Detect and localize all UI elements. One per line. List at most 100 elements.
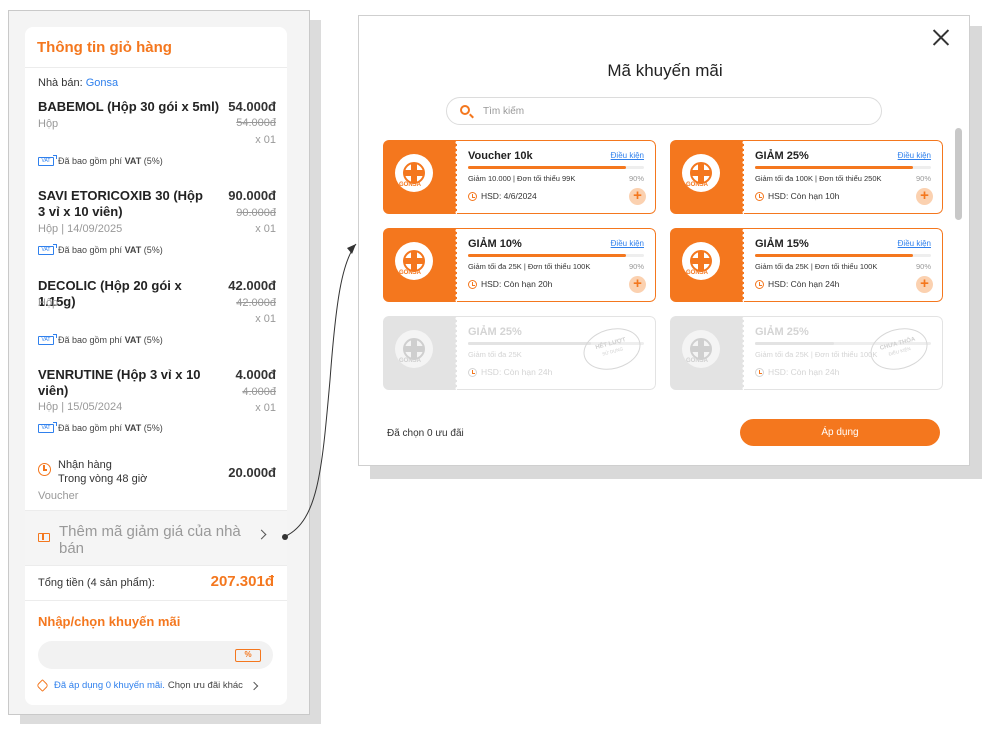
close-icon[interactable] — [929, 26, 953, 50]
applied-promo-text: Đã áp dụng 0 khuyến mãi. — [54, 680, 165, 691]
voucher-expiry: HSD: Còn hạn 24h — [755, 279, 839, 289]
voucher-brand: GONSA — [686, 270, 709, 276]
voucher-body: GIẢM 25% Giảm tối đa 25K HSD: Còn hạn 24h H… — [457, 316, 656, 390]
status-stamp: CHƯA THỎA ĐIỀU KIỆN — [865, 322, 933, 376]
voucher-condition-link[interactable]: Điều kiện — [611, 151, 644, 160]
voucher-card: GONSA GIẢM 25% Giảm tối đa 25K HSD: Còn hạn… — [383, 316, 656, 390]
voucher-card[interactable]: GONSA GIẢM 25% Điều kiện Giảm tối đa 100K |… — [670, 140, 943, 214]
voucher-brand: GONSA — [686, 182, 709, 188]
voucher-expiry-text: HSD: 4/6/2024 — [481, 191, 537, 201]
vat-note-bold: VAT — [124, 423, 142, 433]
seller-row: Nhà bán: Gonsa — [38, 77, 118, 89]
item-old-price: 42.000đ — [236, 297, 276, 309]
add-voucher-button[interactable]: + — [629, 188, 646, 205]
scrollbar-thumb[interactable] — [955, 128, 962, 220]
vat-note: VAT Đã bao gồm phí VAT (5%) — [38, 154, 163, 166]
voucher-logo-panel: GONSA — [383, 228, 457, 302]
chosen-count: Đã chọn 0 ưu đãi — [387, 428, 464, 439]
seller-label: Nhà bán: — [38, 77, 83, 89]
item-unit: Hộp | 15/05/2024 — [38, 401, 123, 413]
voucher-body: GIẢM 25% Điều kiện Giảm tối đa 100K | Đơn … — [744, 140, 943, 214]
clock-icon — [468, 367, 477, 377]
add-voucher-button[interactable]: + — [916, 276, 933, 293]
voucher-body: GIẢM 25% Giảm tối đa 25K | Đơn tối thiểu … — [744, 316, 943, 390]
voucher-title: GIẢM 15% — [755, 238, 809, 250]
apply-button[interactable]: Áp dụng — [740, 419, 940, 446]
item-quantity: x 01 — [255, 313, 276, 325]
voucher-condition-link[interactable]: Điều kiện — [898, 151, 931, 160]
clock-icon — [755, 191, 764, 201]
scrollbar[interactable] — [955, 128, 963, 400]
voucher-expiry: HSD: Còn hạn 24h — [468, 367, 552, 377]
clock-icon — [755, 367, 764, 377]
vat-icon: VAT — [38, 421, 57, 433]
vat-note-suffix: (5%) — [143, 156, 163, 166]
voucher-logo-panel: GONSA — [670, 140, 744, 214]
voucher-expiry: HSD: Còn hạn 10h — [755, 191, 839, 201]
item-old-price: 54.000đ — [236, 117, 276, 129]
search-placeholder: Tìm kiếm — [483, 106, 525, 117]
modal-title: Mã khuyến mãi — [607, 61, 723, 80]
item-price: 54.000đ — [228, 99, 276, 114]
item-price: 42.000đ — [228, 278, 276, 293]
divider — [25, 67, 287, 68]
promo-modal: Mã khuyến mãi Tìm kiếm GONSA Voucher 10k Đ… — [358, 15, 970, 466]
voucher-expiry: HSD: Còn hạn 24h — [755, 367, 839, 377]
voucher-brand: GONSA — [399, 182, 422, 188]
divider — [25, 600, 287, 601]
voucher-description: Giảm tối đa 25K | Đơn tối thiểu 100K — [755, 262, 878, 271]
voucher-body: Voucher 10k Điều kiện Giảm 10.000 | Đơn tố… — [457, 140, 656, 214]
search-input[interactable]: Tìm kiếm — [446, 97, 882, 125]
chevron-right-icon — [256, 529, 267, 540]
vat-icon: VAT — [38, 154, 57, 166]
delivery-label: Nhận hàng — [58, 459, 112, 471]
vat-icon: VAT — [38, 333, 57, 345]
voucher-icon[interactable]: % — [235, 649, 261, 662]
status-stamp: HẾT LƯỢT SỬ DỤNG — [578, 322, 646, 376]
add-voucher-button[interactable]: + — [629, 276, 646, 293]
total-label: Tổng tiền (4 sản phẩm): — [38, 577, 155, 589]
usage-progress-bar — [755, 254, 931, 257]
voucher-card[interactable]: GONSA GIẢM 10% Điều kiện Giảm tối đa 25K | … — [383, 228, 656, 302]
add-seller-discount-button[interactable]: Thêm mã giảm giá của nhà bán — [25, 510, 287, 566]
applied-promo-row[interactable]: Đã áp dụng 0 khuyến mãi. Chọn ưu đãi khá… — [36, 679, 259, 692]
voucher-card: GONSA GIẢM 25% Giảm tối đa 25K | Đơn tối t… — [670, 316, 943, 390]
vat-note-suffix: (5%) — [143, 423, 163, 433]
delivery-time: Trong vòng 48 giờ — [58, 473, 148, 485]
vat-note-suffix: (5%) — [143, 335, 163, 345]
item-price: 4.000đ — [235, 367, 276, 382]
item-unit: Hộp — [38, 297, 59, 309]
add-seller-discount-label: Thêm mã giảm giá của nhà bán — [59, 523, 241, 557]
seller-name-link[interactable]: Gonsa — [86, 77, 118, 89]
voucher-body: GIẢM 10% Điều kiện Giảm tối đa 25K | Đơn t… — [457, 228, 656, 302]
choose-other-promo-link[interactable]: Chọn ưu đãi khác — [168, 680, 243, 691]
cart-item: BABEMOL (Hộp 30 gói x 5ml) 54.000đ 54.00… — [38, 99, 276, 169]
voucher-title: GIẢM 10% — [468, 238, 522, 250]
voucher-card[interactable]: GONSA Voucher 10k Điều kiện Giảm 10.000 | Đ… — [383, 140, 656, 214]
usage-percent: 90% — [628, 262, 644, 271]
promo-title: Nhập/chọn khuyến mãi — [38, 614, 181, 629]
voucher-logo-panel: GONSA — [383, 316, 457, 390]
voucher-title: GIẢM 25% — [755, 326, 809, 338]
item-price: 90.000đ — [228, 188, 276, 203]
voucher-description: Giảm 10.000 | Đơn tối thiểu 99K — [468, 174, 576, 183]
voucher-condition-link[interactable]: Điều kiện — [898, 239, 931, 248]
vat-note-bold: VAT — [124, 335, 142, 345]
voucher-description: Giảm tối đa 25K | Đơn tối thiểu 100K — [755, 350, 878, 359]
vat-note: VAT Đã bao gồm phí VAT (5%) — [38, 421, 163, 433]
item-old-price: 4.000đ — [242, 386, 276, 398]
vat-note: VAT Đã bao gồm phí VAT (5%) — [38, 333, 163, 345]
usage-progress-bar — [468, 166, 644, 169]
voucher-expiry: HSD: 4/6/2024 — [468, 191, 537, 201]
add-voucher-button[interactable]: + — [916, 188, 933, 205]
vat-note-prefix: Đã bao gồm phí — [58, 245, 123, 255]
voucher-title: GIẢM 25% — [755, 150, 809, 162]
clock-icon — [755, 279, 764, 289]
total-value: 207.301đ — [210, 573, 274, 590]
item-unit: Hộp | 14/09/2025 — [38, 223, 123, 235]
ticket-icon — [38, 533, 50, 542]
voucher-card[interactable]: GONSA GIẢM 15% Điều kiện Giảm tối đa 25K | … — [670, 228, 943, 302]
cart-item: DECOLIC (Hộp 20 gói x 1.15g) 42.000đ 42.… — [38, 278, 276, 348]
item-quantity: x 01 — [255, 134, 276, 146]
voucher-condition-link[interactable]: Điều kiện — [611, 239, 644, 248]
